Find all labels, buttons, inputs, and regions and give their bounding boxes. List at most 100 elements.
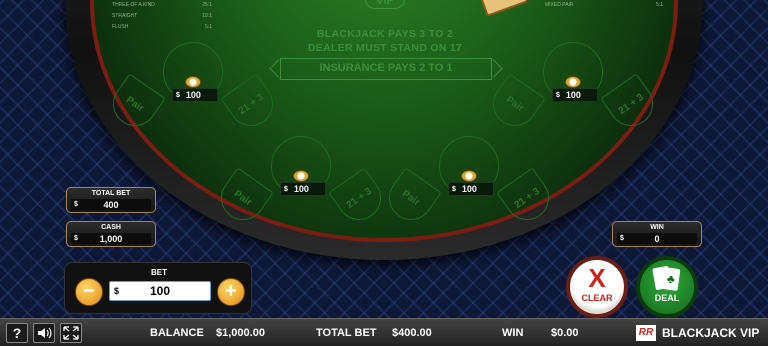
pay-name: STRAIGHT: [112, 13, 138, 19]
cash-title: CASH: [101, 224, 121, 231]
club-card-icon: ♣: [661, 266, 681, 292]
clear-label: CLEAR: [581, 293, 613, 303]
pay-name: FLUSH: [112, 24, 129, 30]
twenty-one-plus-three-side-bet[interactable]: 21 + 3: [328, 167, 390, 229]
pair-label: Pair: [123, 94, 146, 115]
win-value: $0: [617, 233, 697, 244]
total-bet-bar-value: $400.00: [392, 327, 432, 339]
pair-side-bet[interactable]: Pair: [380, 167, 442, 229]
win-title: WIN: [650, 224, 664, 231]
currency-symbol: $: [452, 185, 456, 193]
fullscreen-button[interactable]: [60, 323, 82, 343]
bet-amount-field[interactable]: $100: [109, 281, 211, 301]
twenty-one-plus-three-side-bet[interactable]: 21 + 3: [496, 167, 558, 229]
pay-name: MIXED PAIR: [545, 2, 574, 8]
win-panel: WIN $0: [612, 221, 702, 247]
bet-title: BET: [151, 268, 167, 277]
pair-label: Pair: [231, 188, 254, 209]
balance-value: $1,000.00: [216, 327, 265, 339]
chip-value: 100: [461, 184, 477, 194]
game-stage: THREE OF A KIND 25:1 STRAIGHT 10:1 FLUSH 5:…: [0, 0, 768, 318]
betting-spot-4[interactable]: Pair 21 + 3 $100: [380, 136, 558, 246]
chip-icon: [461, 170, 477, 182]
pay-row: MIXED PAIR 5:1: [545, 0, 663, 11]
chip-value: 100: [565, 90, 581, 100]
pay-odds: 5:1: [656, 2, 663, 8]
pair-side-bet[interactable]: Pair: [104, 73, 166, 135]
currency-symbol: $: [114, 286, 120, 296]
table-vip-title: VIP: [365, 0, 405, 9]
increase-bet-button[interactable]: +: [217, 278, 245, 306]
currency-symbol: $: [284, 185, 288, 193]
side-bet-pay-table-left: THREE OF A KIND 25:1 STRAIGHT 10:1 FLUSH 5:…: [112, 0, 272, 33]
help-button[interactable]: ?: [6, 323, 28, 343]
cash-value: $1,000: [71, 233, 151, 244]
pay-row: FLUSH 5:1: [112, 22, 272, 33]
twenty-one-plus-three-side-bet[interactable]: 21 + 3: [220, 73, 282, 135]
side-bet-label: 21 + 3: [616, 91, 646, 117]
speaker-icon: [38, 327, 52, 339]
twenty-one-plus-three-side-bet[interactable]: 21 + 3: [600, 73, 662, 135]
pay-odds: 25:1: [202, 2, 212, 8]
cash-amount: 1,000: [99, 233, 123, 244]
pay-row: STRAIGHT 10:1: [112, 11, 272, 22]
fullscreen-icon: [63, 326, 79, 340]
sound-button[interactable]: [33, 323, 55, 343]
currency-symbol: $: [620, 235, 624, 242]
chip-icon: [185, 76, 201, 88]
pair-side-bet[interactable]: Pair: [484, 73, 546, 135]
bet-control: BET − $100 +: [64, 262, 252, 314]
plus-icon: +: [225, 280, 237, 302]
total-bet-panel: TOTAL BET $400: [66, 187, 156, 213]
cash-panel: CASH $1,000: [66, 221, 156, 247]
pay-name: THREE OF A KIND: [112, 2, 155, 8]
win-bar-value: $0.00: [551, 327, 579, 339]
club-suit: ♣: [666, 271, 676, 287]
chip-value: 100: [293, 184, 309, 194]
currency-symbol: $: [74, 235, 78, 242]
pair-label: Pair: [503, 94, 526, 115]
betting-spot-3[interactable]: Pair 21 + 3 $100: [212, 136, 390, 246]
currency-symbol: $: [176, 91, 180, 99]
cards-icon: ♣: [652, 265, 682, 293]
side-bet-label: 21 + 3: [512, 185, 542, 211]
win-label: WIN: [502, 327, 524, 339]
dealer-stand-text: DEALER MUST STAND ON 17: [307, 42, 463, 54]
game-title: BLACKJACK VIP: [662, 326, 760, 340]
pair-label: Pair: [399, 188, 422, 209]
deal-label: DEAL: [654, 293, 680, 303]
side-bet-label: 21 + 3: [344, 185, 374, 211]
chip-amount: $100: [280, 182, 326, 196]
chip-value: 100: [185, 90, 201, 100]
total-bet-label: TOTAL BET: [316, 327, 377, 339]
decrease-bet-button[interactable]: −: [75, 278, 103, 306]
chip-amount: $100: [448, 182, 494, 196]
pay-odds: 5:1: [205, 24, 212, 30]
bet-amount: 100: [149, 284, 171, 298]
clear-x-icon: X: [588, 263, 606, 293]
insurance-text: INSURANCE PAYS 2 TO 1: [319, 62, 453, 74]
deal-button[interactable]: ♣ DEAL: [636, 256, 698, 318]
chip-icon: [565, 76, 581, 88]
pay-odds: 10:1: [202, 13, 212, 19]
pair-side-bet[interactable]: Pair: [212, 167, 274, 229]
total-bet-amount: 400: [103, 199, 119, 210]
minus-icon: −: [83, 280, 95, 302]
brand-logo: RR: [636, 325, 656, 341]
chip-amount: $100: [172, 88, 218, 102]
help-icon: ?: [12, 325, 22, 341]
clear-button[interactable]: X CLEAR: [566, 256, 628, 318]
currency-symbol: $: [74, 201, 78, 208]
side-bet-pay-table-right: MIXED PAIR 5:1: [545, 0, 663, 11]
currency-symbol: $: [556, 91, 560, 99]
chip-icon: [293, 170, 309, 182]
win-amount: 0: [654, 233, 660, 244]
chip-amount: $100: [552, 88, 598, 102]
insurance-banner: INSURANCE PAYS 2 TO 1: [280, 58, 492, 80]
total-bet-value: $400: [71, 199, 151, 210]
balance-label: BALANCE: [150, 327, 204, 339]
total-bet-title: TOTAL BET: [91, 190, 131, 197]
blackjack-pays-text: BLACKJACK PAYS 3 TO 2: [316, 28, 454, 40]
side-bet-label: 21 + 3: [236, 91, 266, 117]
pay-row: THREE OF A KIND 25:1: [112, 0, 272, 11]
